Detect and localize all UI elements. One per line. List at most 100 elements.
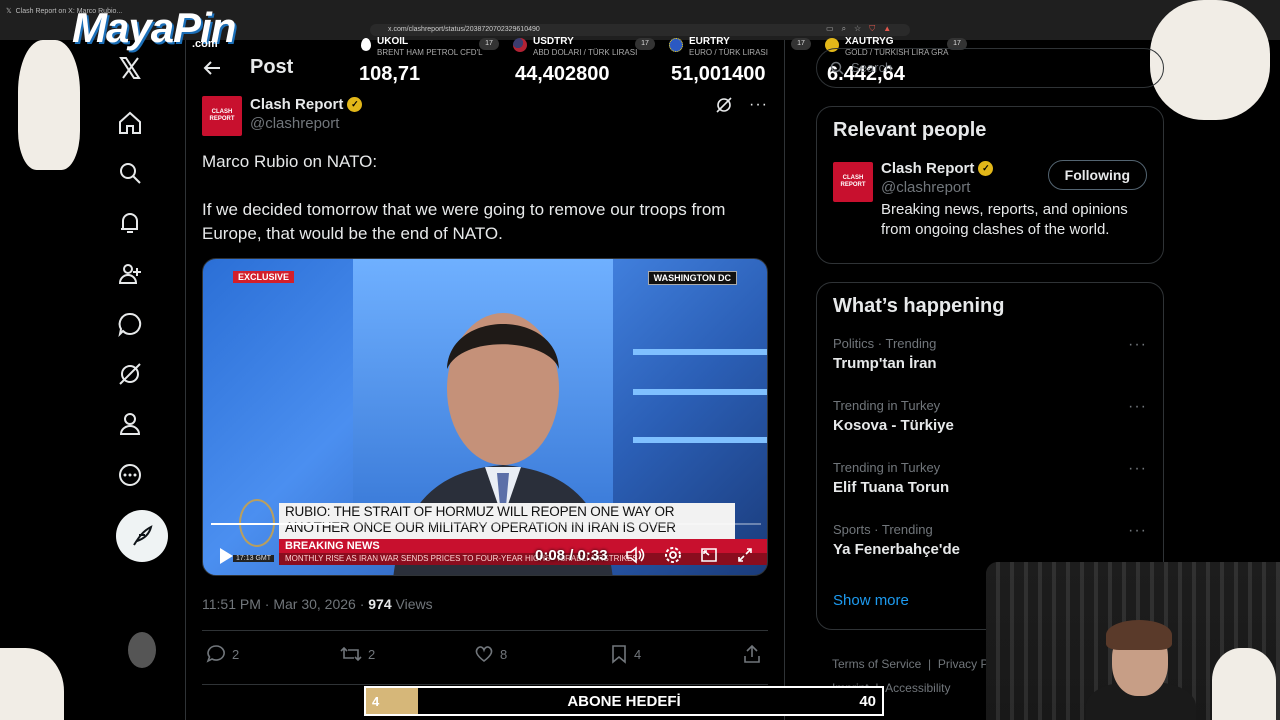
post-text: Marco Rubio on NATO: If we decided tomor… (202, 150, 762, 246)
relevant-people-title: Relevant people (833, 119, 987, 141)
screen-icon[interactable]: ▭ (826, 24, 834, 34)
notifications-icon[interactable] (116, 209, 144, 237)
post-header: Post (202, 56, 293, 79)
video-progress-fill (211, 523, 343, 525)
news-caption: RUBIO: THE STRAIT OF HORMUZ WILL REOPEN … (279, 503, 735, 539)
following-button[interactable]: Following (1047, 160, 1147, 190)
video-time: 0:08 / 0:33 (535, 547, 608, 564)
search-icon[interactable] (116, 159, 144, 187)
home-icon[interactable] (116, 109, 144, 137)
volume-icon[interactable] (625, 545, 645, 565)
more-options-icon[interactable]: ··· (1128, 398, 1147, 416)
bookmark-count: 4 (634, 646, 642, 662)
star-icon[interactable]: ☆ (854, 24, 861, 34)
shield-icon[interactable]: ⛉ (869, 24, 875, 34)
profile-icon[interactable] (116, 410, 144, 438)
post-author: CLASH REPORT Clash Report ✓ @clashreport (202, 96, 363, 136)
repost-icon (340, 646, 362, 662)
zoom-icon[interactable]: ⌕ (842, 24, 846, 34)
author-name-row[interactable]: Clash Report ✓ (250, 96, 363, 113)
heart-icon (475, 646, 493, 663)
post-text-line: If we decided tomorrow that we were goin… (202, 200, 726, 243)
more-options-icon[interactable]: ··· (1128, 522, 1147, 540)
search-input[interactable]: Search (816, 48, 1164, 88)
left-nav (100, 50, 184, 720)
trend-category: Trending in Turkey (833, 460, 941, 475)
author-name[interactable]: Clash Report (250, 96, 343, 113)
trend-category: Sports · Trending (833, 522, 933, 537)
share-icon (744, 644, 760, 663)
subscriber-target: 40 (859, 693, 876, 710)
person-name[interactable]: Clash Report (881, 160, 974, 177)
account-avatar[interactable] (128, 632, 156, 668)
settings-gear-icon[interactable] (663, 545, 683, 565)
grok-icon[interactable] (116, 360, 144, 388)
trend-name: Trump'tan İran (833, 355, 937, 372)
more-options-icon[interactable]: ··· (1128, 460, 1147, 478)
like-button[interactable]: 8 (474, 644, 507, 664)
trend-item[interactable]: Trending in Turkey Elif Tuana Torun ··· (817, 460, 1163, 522)
post-top-actions: ··· (715, 96, 768, 114)
relevant-people-card: Relevant people CLASH REPORT Clash Repor… (816, 106, 1164, 264)
picture-in-picture-icon[interactable] (699, 545, 719, 565)
views-label: Views (391, 596, 433, 612)
terms-link[interactable]: Terms of Service (832, 657, 921, 671)
trend-name: Elif Tuana Torun (833, 479, 950, 496)
like-count: 8 (500, 646, 508, 662)
back-arrow-icon[interactable] (202, 58, 222, 78)
repost-button[interactable]: 2 (340, 644, 375, 664)
person-handle[interactable]: @clashreport (881, 179, 993, 196)
privacy-link[interactable]: Privacy P (938, 657, 989, 671)
play-icon[interactable] (215, 545, 237, 567)
trend-category: Trending in Turkey (833, 398, 941, 413)
cat-sticker-bottom-left (0, 648, 64, 720)
page-title: Post (250, 56, 294, 78)
author-handle[interactable]: @clashreport (250, 115, 362, 132)
more-icon[interactable] (116, 461, 144, 489)
more-options-icon[interactable]: ··· (749, 96, 768, 114)
post-actions: 2 2 8 4 (202, 644, 768, 668)
main-right-border (784, 40, 785, 720)
fullscreen-icon[interactable] (735, 545, 755, 565)
trend-item[interactable]: Trending in Turkey Kosova - Türkiye ··· (817, 398, 1163, 460)
video-stripe (633, 437, 767, 443)
cat-sticker-bottom-right (1212, 648, 1276, 720)
bookmark-icon (612, 645, 626, 664)
reply-button[interactable]: 2 (206, 644, 239, 664)
relevant-person[interactable]: CLASH REPORT Clash Report ✓ @clashreport… (817, 154, 1163, 254)
views-count: 974 (368, 596, 392, 612)
cat-sticker-top-right (1150, 0, 1270, 120)
verified-badge-icon: ✓ (978, 161, 994, 176)
post-timestamp[interactable]: 11:51 PM · Mar 30, 2026 · (202, 596, 368, 612)
share-button[interactable] (742, 644, 762, 664)
follow-icon[interactable] (116, 260, 144, 288)
messages-icon[interactable] (116, 310, 144, 338)
video-progress-bar[interactable] (211, 523, 761, 525)
video-controls: 0:08 / 0:33 (215, 543, 763, 569)
post-meta: 11:51 PM · Mar 30, 2026 · 974 Views (202, 596, 433, 612)
person-bio: Breaking news, reports, and opinions fro… (881, 201, 1128, 238)
video-stripe (633, 389, 767, 395)
accessibility-link[interactable]: Accessibility (885, 681, 950, 695)
x-tab-icon: 𝕏 (6, 8, 12, 15)
compose-post-button[interactable] (116, 510, 168, 562)
more-options-icon[interactable]: ··· (1128, 336, 1147, 354)
trend-item[interactable]: Politics · Trending Trump'tan İran ··· (817, 336, 1163, 398)
alert-icon[interactable]: ▲ (883, 24, 891, 34)
tradingview-badge-icon: 17 (791, 38, 811, 50)
feather-icon (133, 525, 153, 546)
cat-sticker-top-left (18, 40, 80, 170)
subscriber-goal-bar: 4 ABONE HEDEFİ 40 (364, 686, 884, 716)
meta-divider (202, 630, 768, 631)
x-logo-icon[interactable] (116, 54, 144, 82)
trend-name: Ya Fenerbahçe'de (833, 541, 960, 558)
webcam-overlay (986, 562, 1280, 720)
video-player[interactable]: EXCLUSIVE WASHINGTON DC RUBIO: THE STRAI… (202, 258, 768, 576)
bookmark-button[interactable]: 4 (610, 644, 641, 664)
author-avatar[interactable]: CLASH REPORT (202, 96, 242, 136)
person-avatar[interactable]: CLASH REPORT (833, 162, 873, 202)
verified-badge-icon: ✓ (347, 97, 363, 112)
person-name-row: Clash Report ✓ (881, 160, 994, 177)
grok-icon[interactable] (715, 96, 733, 114)
subscriber-goal-title: ABONE HEDEFİ (567, 693, 681, 710)
